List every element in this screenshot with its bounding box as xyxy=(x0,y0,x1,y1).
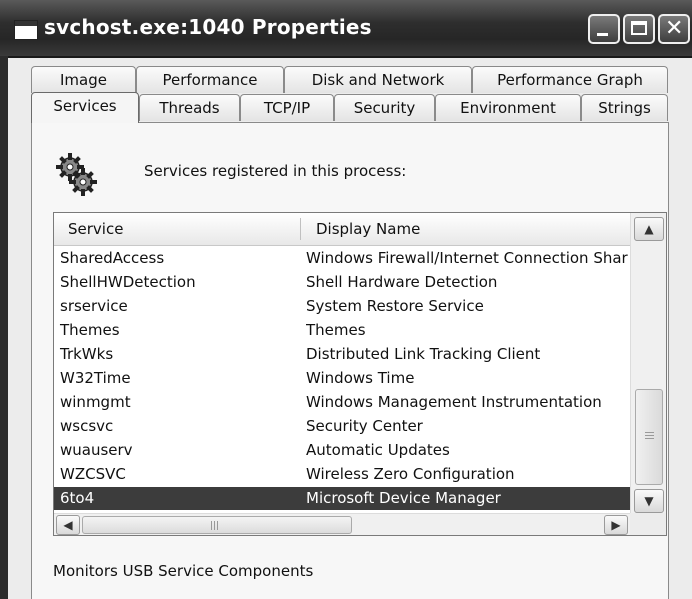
list-item[interactable]: winmgmt Windows Management Instrumentati… xyxy=(54,391,630,414)
horizontal-scrollbar[interactable]: ◀ ▶ xyxy=(54,513,630,535)
services-caption: Services registered in this process: xyxy=(144,162,407,180)
scrollbar-corner xyxy=(630,513,666,535)
column-header-display-name[interactable]: Display Name xyxy=(316,220,420,238)
service-name: TrkWks xyxy=(60,345,114,363)
service-name: wuauserv xyxy=(60,441,133,459)
tab-image[interactable]: Image xyxy=(31,66,136,93)
service-name: SharedAccess xyxy=(60,249,165,267)
service-name: ShellHWDetection xyxy=(60,273,196,291)
list-item[interactable]: ShellHWDetection Shell Hardware Detectio… xyxy=(54,271,630,294)
chevron-down-icon: ▼ xyxy=(644,494,654,508)
services-list[interactable]: Service Display Name SharedAccess Window… xyxy=(53,212,667,536)
service-display-name: Windows Management Instrumentation xyxy=(306,393,602,411)
service-display-name: Distributed Link Tracking Client xyxy=(306,345,541,363)
window-title: svchost.exe:1040 Properties xyxy=(44,15,372,39)
tab-strings[interactable]: Strings xyxy=(581,94,668,121)
close-icon: ✕ xyxy=(665,16,684,41)
service-name: 6to4 xyxy=(60,489,95,507)
maximize-button[interactable] xyxy=(623,14,655,44)
scroll-up-button[interactable]: ▲ xyxy=(634,217,664,241)
tab-performance[interactable]: Performance xyxy=(136,66,284,93)
list-header: Service Display Name xyxy=(54,213,630,246)
service-display-name: System Restore Service xyxy=(306,297,484,315)
tab-security[interactable]: Security xyxy=(334,94,435,121)
service-display-name: Windows Firewall/Internet Connection Sha… xyxy=(306,249,628,267)
service-display-name: Wireless Zero Configuration xyxy=(306,465,515,483)
list-item[interactable]: Themes Themes xyxy=(54,319,630,342)
vertical-scroll-thumb[interactable] xyxy=(635,389,663,485)
chevron-up-icon: ▲ xyxy=(644,222,654,236)
gears-icon xyxy=(56,153,97,196)
tab-environment[interactable]: Environment xyxy=(435,94,581,121)
list-item[interactable]: srservice System Restore Service xyxy=(54,295,630,318)
properties-window: svchost.exe:1040 Properties ✕ Image Perf… xyxy=(0,0,692,599)
service-name: W32Time xyxy=(60,369,131,387)
service-description: Monitors USB Service Components xyxy=(53,562,314,580)
minimize-button[interactable] xyxy=(588,14,620,44)
list-item[interactable]: WZCSVC Wireless Zero Configuration xyxy=(54,463,630,486)
service-name: wscsvc xyxy=(60,417,114,435)
tab-services[interactable]: Services xyxy=(31,92,139,123)
list-item[interactable]: SharedAccess Windows Firewall/Internet C… xyxy=(54,247,630,270)
service-display-name: Themes xyxy=(306,321,366,339)
service-display-name: Shell Hardware Detection xyxy=(306,273,498,291)
scroll-left-button[interactable]: ◀ xyxy=(56,515,80,535)
title-bar[interactable]: svchost.exe:1040 Properties ✕ xyxy=(0,0,692,58)
tab-performance-graph[interactable]: Performance Graph xyxy=(472,66,668,93)
service-name: winmgmt xyxy=(60,393,131,411)
maximize-icon xyxy=(631,21,647,35)
vertical-scrollbar[interactable]: ▲ ▼ xyxy=(630,213,666,513)
minimize-icon xyxy=(597,33,608,36)
list-item[interactable]: wuauserv Automatic Updates xyxy=(54,439,630,462)
service-name: Themes xyxy=(60,321,120,339)
service-display-name: Automatic Updates xyxy=(306,441,450,459)
service-display-name: Windows Time xyxy=(306,369,415,387)
service-display-name: Microsoft Device Manager xyxy=(306,489,501,507)
service-display-name: Security Center xyxy=(306,417,423,435)
scroll-down-button[interactable]: ▼ xyxy=(634,489,664,513)
tab-threads[interactable]: Threads xyxy=(139,94,240,121)
service-name: srservice xyxy=(60,297,128,315)
chevron-left-icon: ◀ xyxy=(63,518,73,532)
window-frame-left xyxy=(0,56,8,599)
close-button[interactable]: ✕ xyxy=(658,14,690,44)
list-item[interactable]: W32Time Windows Time xyxy=(54,367,630,390)
window-app-icon xyxy=(14,20,38,40)
service-name: WZCSVC xyxy=(60,465,126,483)
column-separator[interactable] xyxy=(300,218,301,240)
scroll-right-button[interactable]: ▶ xyxy=(604,515,628,535)
list-item-selected[interactable]: 6to4 Microsoft Device Manager xyxy=(54,487,630,510)
chevron-right-icon: ▶ xyxy=(611,518,621,532)
list-item[interactable]: wscsvc Security Center xyxy=(54,415,630,438)
list-item[interactable]: TrkWks Distributed Link Tracking Client xyxy=(54,343,630,366)
tab-tcp-ip[interactable]: TCP/IP xyxy=(240,94,334,121)
column-header-service[interactable]: Service xyxy=(68,220,123,238)
horizontal-scroll-thumb[interactable] xyxy=(82,516,352,534)
tab-disk-and-network[interactable]: Disk and Network xyxy=(284,66,472,93)
